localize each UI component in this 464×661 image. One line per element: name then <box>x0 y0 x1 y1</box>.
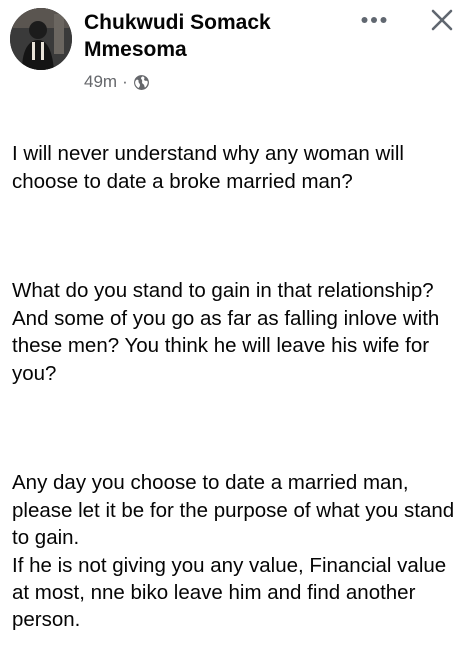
more-horizontal-icon <box>361 17 387 23</box>
close-icon <box>431 9 453 31</box>
more-options-button[interactable] <box>358 6 390 34</box>
facebook-post: Chukwudi Somack Mmesoma 49m · I will nev… <box>0 0 464 631</box>
globe-icon[interactable] <box>133 74 150 91</box>
post-text: I will never understand why any woman wi… <box>12 113 462 661</box>
post-paragraph: I will never understand why any woman wi… <box>12 142 404 193</box>
close-button[interactable] <box>426 4 458 36</box>
post-meta: 49m · <box>84 70 150 94</box>
post-timestamp[interactable]: 49m <box>84 72 117 92</box>
post-paragraph: Any day you choose to date a married man… <box>12 471 455 632</box>
author-name[interactable]: Chukwudi Somack Mmesoma <box>84 9 334 63</box>
post-paragraph: What do you stand to gain in that relati… <box>12 279 440 385</box>
avatar-photo <box>10 8 72 70</box>
meta-separator: · <box>122 72 128 91</box>
avatar[interactable] <box>10 8 72 70</box>
